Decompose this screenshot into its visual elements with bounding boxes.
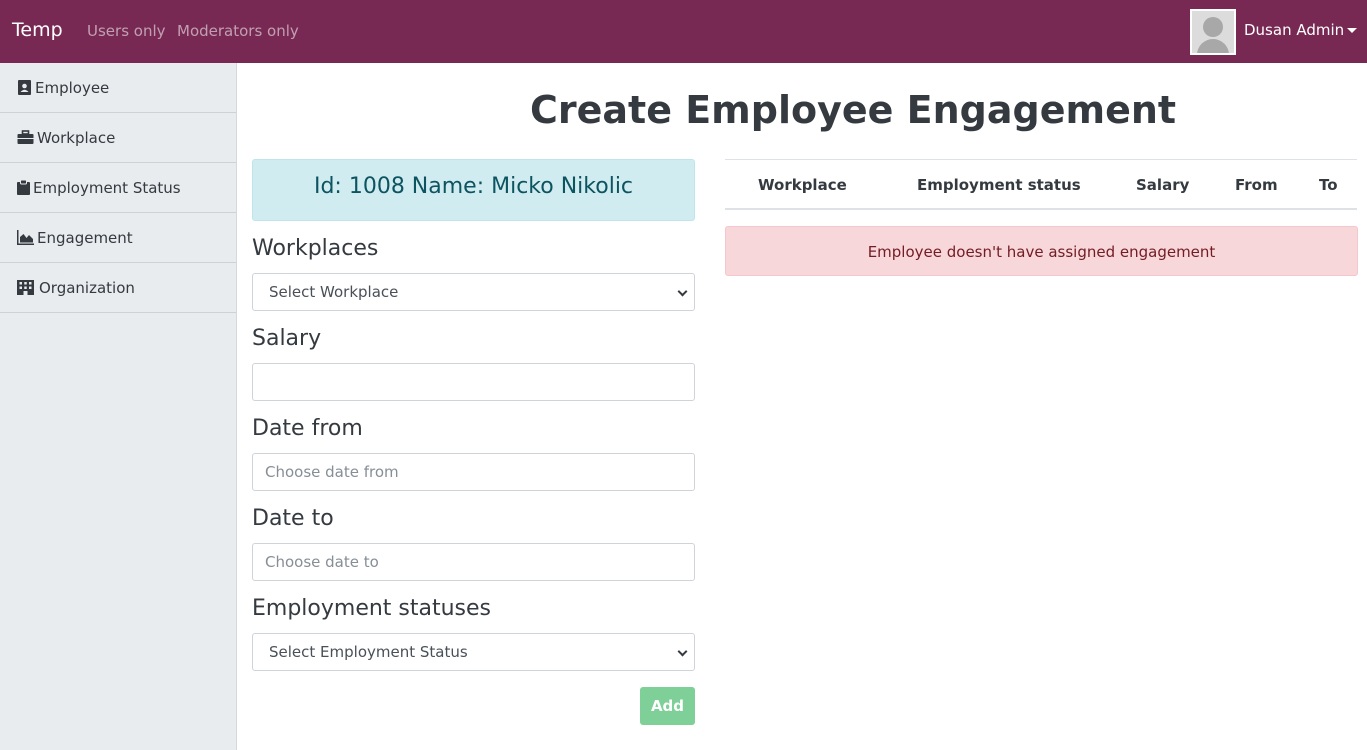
- date-from-input[interactable]: [252, 453, 695, 491]
- workplace-select-value: Select Workplace: [269, 283, 399, 301]
- area-chart-icon: [17, 230, 34, 245]
- date-to-input[interactable]: [252, 543, 695, 581]
- column-header-from: From: [1235, 176, 1278, 194]
- column-header-workplace: Workplace: [758, 176, 847, 194]
- employment-status-select-value: Select Employment Status: [269, 643, 468, 661]
- column-header-salary: Salary: [1136, 176, 1190, 194]
- workplace-select[interactable]: Select Workplace: [252, 273, 695, 311]
- brand-link[interactable]: Temp: [12, 19, 63, 41]
- no-engagement-alert: Employee doesn't have assigned engagemen…: [725, 226, 1358, 276]
- briefcase-icon: [17, 130, 34, 144]
- table-top-border: [725, 159, 1357, 160]
- sidebar-item-employment-status[interactable]: Employment Status: [0, 163, 236, 213]
- sidebar-item-employee[interactable]: Employee: [0, 63, 236, 113]
- date-to-label: Date to: [252, 506, 334, 531]
- table-header-divider: [725, 208, 1357, 210]
- page-title: Create Employee Engagement: [530, 88, 1177, 132]
- avatar-shoulders: [1197, 39, 1229, 53]
- salary-label: Salary: [252, 326, 322, 351]
- sidebar-item-organization[interactable]: Organization: [0, 263, 236, 313]
- salary-input[interactable]: [252, 363, 695, 401]
- building-icon: [17, 280, 34, 295]
- nav-users-only[interactable]: Users only: [87, 22, 166, 40]
- id-card-icon: [18, 80, 31, 95]
- workplaces-label: Workplaces: [252, 236, 379, 261]
- employee-info-box: Id: 1008 Name: Micko Nikolic: [252, 159, 695, 221]
- employee-info-text: Id: 1008 Name: Micko Nikolic: [313, 174, 634, 199]
- sidebar-item-label: Engagement: [37, 229, 133, 247]
- sidebar: Employee Workplace Employment Status Eng…: [0, 63, 237, 750]
- caret-down-icon[interactable]: [1347, 28, 1357, 33]
- employment-status-select[interactable]: Select Employment Status: [252, 633, 695, 671]
- column-header-to: To: [1319, 176, 1338, 194]
- column-header-employment-status: Employment status: [917, 176, 1081, 194]
- sidebar-item-label: Workplace: [37, 129, 116, 147]
- alert-text: Employee doesn't have assigned engagemen…: [867, 243, 1216, 261]
- date-from-label: Date from: [252, 416, 363, 441]
- sidebar-item-label: Organization: [39, 279, 135, 297]
- sidebar-item-label: Employment Status: [33, 179, 181, 197]
- chevron-down-icon: [677, 286, 688, 297]
- sidebar-item-label: Employee: [35, 79, 110, 97]
- sidebar-item-workplace[interactable]: Workplace: [0, 113, 236, 163]
- avatar-head: [1203, 17, 1223, 37]
- clipboard-icon: [17, 180, 30, 195]
- top-navbar: Temp Users only Moderators only Dusan Ad…: [0, 0, 1367, 63]
- avatar[interactable]: [1190, 9, 1236, 55]
- employment-statuses-label: Employment statuses: [252, 596, 492, 621]
- sidebar-item-engagement[interactable]: Engagement: [0, 213, 236, 263]
- user-menu-toggle[interactable]: Dusan Admin: [1244, 21, 1344, 39]
- nav-moderators-only[interactable]: Moderators only: [177, 22, 299, 40]
- add-button[interactable]: Add: [640, 687, 695, 725]
- chevron-down-icon: [677, 646, 688, 657]
